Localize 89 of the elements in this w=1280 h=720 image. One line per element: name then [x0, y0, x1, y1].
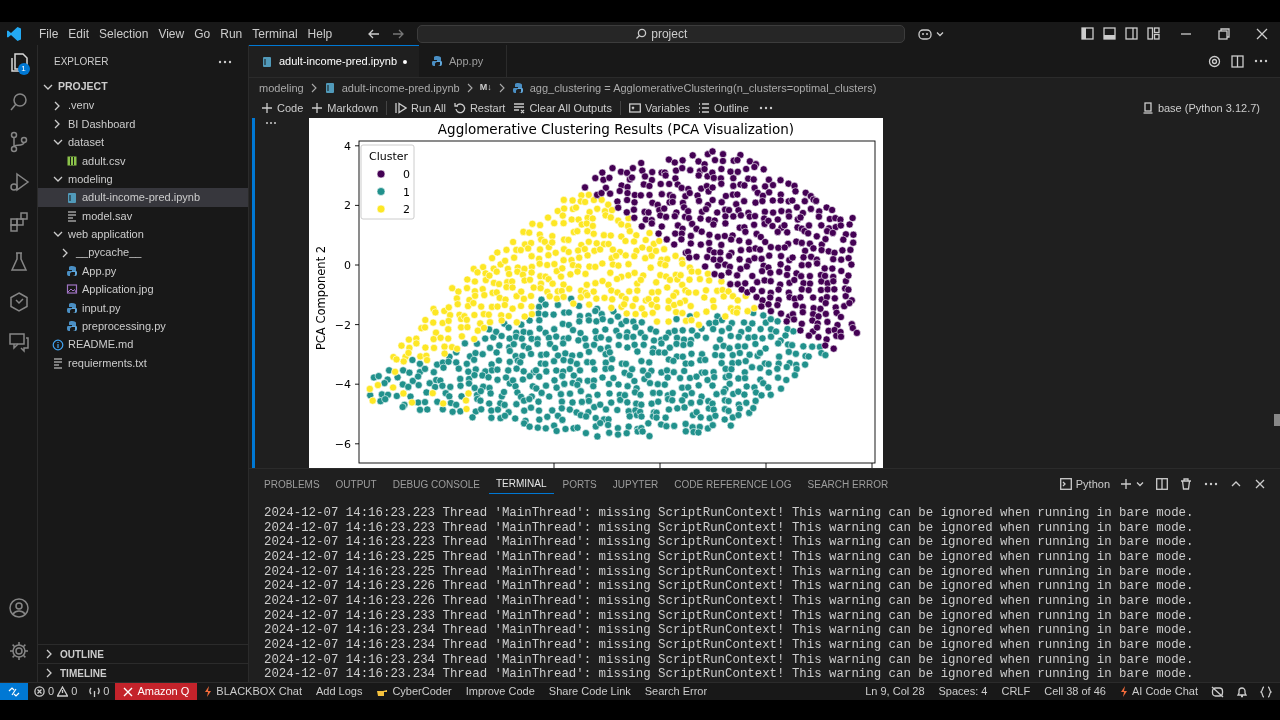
menu-item[interactable]: Selection: [94, 24, 154, 43]
file-tree-item[interactable]: README.md: [38, 335, 248, 354]
file-tree-item[interactable]: preprocessing.py: [38, 317, 248, 336]
y-tick-label: 0: [344, 259, 351, 272]
file-tree-item[interactable]: adult-income-pred.ipynb: [38, 188, 248, 207]
panel-tab[interactable]: TERMINAL: [488, 474, 554, 494]
file-tree-item[interactable]: model.sav: [38, 206, 248, 226]
file-tree-item[interactable]: BI Dashboard: [38, 114, 248, 134]
status-bar-item[interactable]: Ln 9, Col 28: [858, 683, 932, 700]
problems-status[interactable]: 0 0: [28, 683, 84, 700]
legend-label: 1: [403, 185, 410, 199]
status-bar-item[interactable]: Spaces: 4: [931, 683, 995, 700]
status-bar-item[interactable]: Cell 38 of 46: [1037, 683, 1113, 700]
status-bar-item[interactable]: Add Logs: [308, 683, 370, 700]
file-tree-item[interactable]: dataset: [38, 133, 248, 152]
terminal-line: 2024-12-07 14:16:23.223 Thread 'MainThread': missing ScriptRunContext! This warning can be ignored when running in bare mode.: [264, 535, 1195, 550]
terminal-line: 2024-12-07 14:16:23.234 Thread 'MainThread': missing ScriptRunContext! This warning can be ignored when running in bare mode.: [264, 667, 1195, 682]
toolbar-button[interactable]: Run All: [391, 99, 450, 117]
terminal-line: 2024-12-07 14:16:23.234 Thread 'MainThread': missing ScriptRunContext! This warning can be ignored when running in bare mode.: [264, 637, 1195, 653]
terminal-line: 2024-12-07 14:16:23.234 Thread 'MainThread': missing ScriptRunContext! This warning can be ignored when running in bare mode.: [264, 652, 1195, 668]
status-bar-item[interactable]: Share Code Link: [541, 683, 638, 700]
editor-tab[interactable]: adult-income-pred.ipynb: [249, 45, 419, 77]
y-tick-label: −4: [334, 378, 351, 392]
panel-tab[interactable]: DEBUG CONSOLE: [385, 474, 487, 494]
toolbar-button[interactable]: Markdown: [307, 99, 383, 117]
legend-label: 2: [403, 203, 410, 216]
breadcrumb-item[interactable]: adult-income-pred.ipynb: [341, 79, 460, 97]
menu-item[interactable]: File: [34, 24, 64, 43]
panel-tab[interactable]: PROBLEMS: [257, 474, 327, 494]
breadcrumb-item[interactable]: modeling: [259, 79, 304, 97]
y-tick-label: 4: [344, 139, 351, 153]
status-bar-item[interactable]: Search Error: [637, 683, 715, 700]
file-tree-item[interactable]: requierments.txt: [38, 353, 248, 373]
ports-status[interactable]: 0: [83, 683, 116, 700]
terminal-line: 2024-12-07 14:16:23.225 Thread 'MainThread': missing ScriptRunContext! This warning can be ignored when running in bare mode.: [264, 549, 1195, 565]
kernel-picker[interactable]: base (Python 3.12.7): [1142, 99, 1260, 117]
panel-tab[interactable]: OUTPUT: [328, 474, 384, 494]
status-bar-item[interactable]: BLACKBOX Chat: [197, 683, 309, 700]
legend-label: 0: [403, 168, 410, 181]
status-bar-item[interactable]: AI Code Chat: [1112, 683, 1205, 700]
menu-item[interactable]: View: [153, 24, 190, 43]
file-tree-item[interactable]: input.py: [38, 298, 248, 318]
terminal-selector[interactable]: Python: [1059, 475, 1110, 493]
panel-tab[interactable]: JUPYTER: [605, 474, 666, 494]
terminal-line: 2024-12-07 14:16:23.223 Thread 'MainThread': missing ScriptRunContext! This warning can be ignored when running in bare mode.: [264, 506, 1195, 521]
terminal-line: 2024-12-07 14:16:23.223 Thread 'MainThread': missing ScriptRunContext! This warning can be ignored when running in bare mode.: [264, 520, 1195, 536]
toolbar-button[interactable]: Clear All Outputs: [509, 99, 616, 117]
menu-item[interactable]: Help: [302, 24, 338, 43]
terminal-line: 2024-12-07 14:16:23.226 Thread 'MainThread': missing ScriptRunContext! This warning can be ignored when running in bare mode.: [264, 593, 1195, 609]
file-tree-item[interactable]: web application: [38, 225, 248, 244]
menu-item[interactable]: Edit: [63, 24, 95, 43]
terminal-line: 2024-12-07 14:16:23.233 Thread 'MainThread': missing ScriptRunContext! This warning can be ignored when running in bare mode.: [264, 608, 1195, 624]
status-bar-item[interactable]: CyberCoder: [369, 683, 459, 700]
y-axis-label: PCA Component 2: [314, 245, 328, 351]
panel-tab[interactable]: CODE REFERENCE LOG: [667, 474, 799, 494]
toolbar-button[interactable]: Restart: [449, 99, 510, 117]
breadcrumb-item[interactable]: M↓: [479, 81, 492, 95]
menu-item[interactable]: Run: [215, 24, 248, 43]
terminal-line: 2024-12-07 14:16:23.226 Thread 'MainThread': missing ScriptRunContext! This warning can be ignored when running in bare mode.: [264, 579, 1195, 594]
y-tick-label: −6: [334, 437, 351, 451]
notification-badge: 1: [17, 63, 30, 75]
file-tree-item[interactable]: Application.jpg: [38, 280, 248, 299]
menu-item[interactable]: Terminal: [247, 24, 303, 43]
toolbar-button[interactable]: Outline: [693, 99, 753, 117]
panel-tab[interactable]: PORTS: [555, 474, 604, 494]
breadcrumb-item[interactable]: agg_clustering = AgglomerativeClustering(n_clusters=optimal_clusters): [529, 79, 877, 97]
y-tick-label: 2: [344, 199, 351, 213]
editor-tab[interactable]: App.py: [419, 45, 507, 77]
status-bar-item[interactable]: Amazon Q: [115, 683, 198, 700]
menu-item[interactable]: Go: [189, 24, 216, 43]
file-tree-item[interactable]: __pycache__: [38, 243, 248, 262]
status-bar-item[interactable]: CRLF: [994, 683, 1038, 700]
y-tick-label: −2: [334, 318, 351, 332]
file-tree-item[interactable]: modeling: [38, 169, 248, 189]
file-tree-item[interactable]: adult.csv: [38, 151, 248, 170]
terminal-line: 2024-12-07 14:16:23.234 Thread 'MainThread': missing ScriptRunContext! This warning can be ignored when running in bare mode.: [264, 623, 1195, 638]
sidebar-title: EXPLORER: [54, 55, 109, 69]
legend-title: Cluster: [369, 150, 409, 163]
panel-tab[interactable]: SEARCH ERROR: [800, 474, 896, 494]
section-header[interactable]: OUTLINE: [38, 644, 248, 663]
toolbar-button[interactable]: Code: [257, 99, 308, 117]
project-folder-header[interactable]: PROJECT: [38, 78, 248, 97]
toolbar-button[interactable]: Variables: [624, 99, 694, 117]
command-center-search-field[interactable]: project: [417, 24, 906, 43]
terminal-line: 2024-12-07 14:16:23.225 Thread 'MainThread': missing ScriptRunContext! This warning can be ignored when running in bare mode.: [264, 564, 1195, 580]
status-bar-item[interactable]: Improve Code: [458, 683, 542, 700]
chart-title: Agglomerative Clustering Results (PCA Visualization): [437, 121, 795, 137]
file-tree-item[interactable]: .venv: [38, 96, 248, 115]
file-tree-item[interactable]: App.py: [38, 261, 248, 281]
